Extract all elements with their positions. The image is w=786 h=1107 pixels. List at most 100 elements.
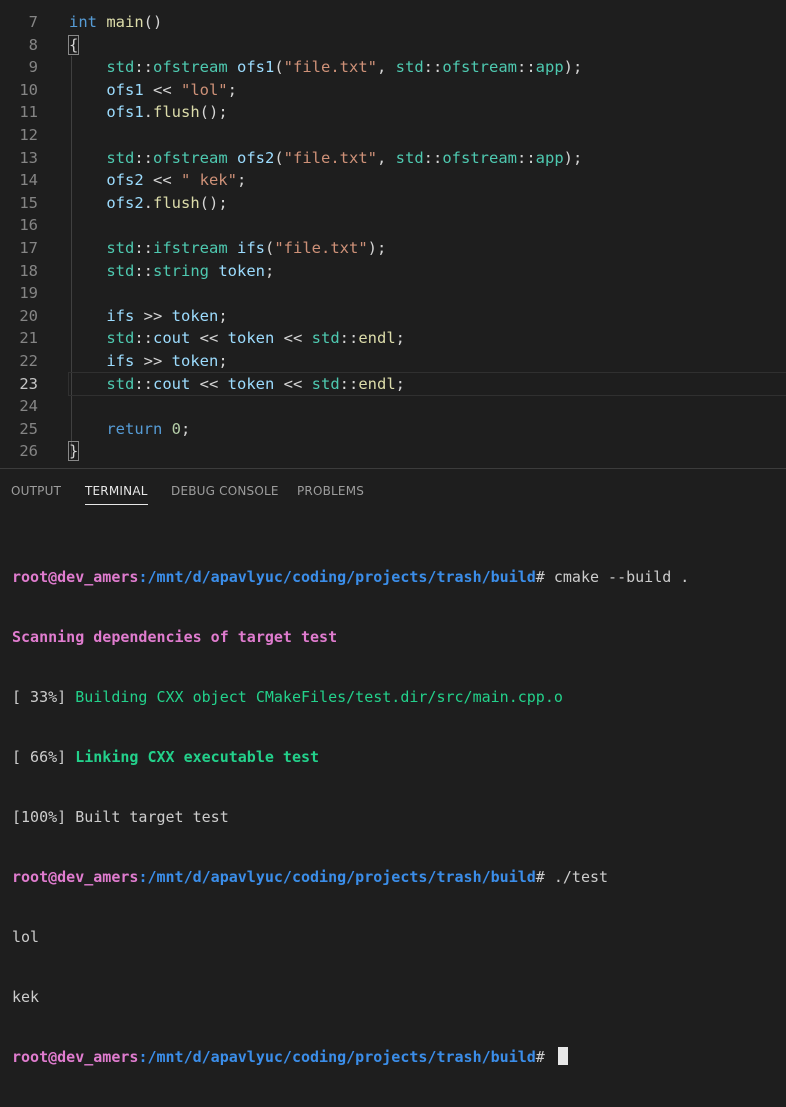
code-line[interactable]: 8{ xyxy=(0,34,786,57)
code-token: ofs2 xyxy=(237,148,275,167)
terminal-line: Scanning dependencies of target test xyxy=(12,628,338,646)
code-text: ofs2.flush(); xyxy=(69,192,227,215)
code-token: flush xyxy=(153,103,200,122)
code-token: :: xyxy=(517,58,536,77)
tab-output[interactable]: OUTPUT xyxy=(11,484,61,498)
tab-debug-console[interactable]: DEBUG CONSOLE xyxy=(171,484,279,498)
progress-pct: [ 33%] xyxy=(12,688,76,706)
code-line[interactable]: 11 ofs1.flush(); xyxy=(0,101,786,124)
prompt-path: :/mnt/d/apavlyuc/coding/projects/trash/b… xyxy=(138,568,536,586)
prompt-path: :/mnt/d/apavlyuc/coding/projects/trash/b… xyxy=(138,868,536,886)
code-text: int main() xyxy=(69,11,162,34)
code-line[interactable]: 22 ifs >> token; xyxy=(0,350,786,373)
terminal-output[interactable]: root@dev_amers:/mnt/d/apavlyuc/coding/pr… xyxy=(12,527,689,1107)
code-line[interactable]: 7 int main() xyxy=(0,11,786,34)
bottom-panel: OUTPUT TERMINAL DEBUG CONSOLE PROBLEMS r… xyxy=(0,468,786,1066)
code-token: app xyxy=(535,148,564,167)
tab-terminal[interactable]: TERMINAL xyxy=(85,484,148,505)
code-token: ifstream xyxy=(153,239,228,257)
code-text: std::cout << token << std::endl; xyxy=(69,327,405,350)
code-token: ( xyxy=(274,58,284,77)
code-line[interactable]: 17 std::ifstream ifs("file.txt"); xyxy=(0,237,786,260)
code-token: :: xyxy=(134,148,153,167)
code-line[interactable]: 19 xyxy=(0,282,786,305)
code-token: ; xyxy=(181,419,191,438)
code-token: std xyxy=(106,374,135,393)
code-text: std::cout << token << std::endl; xyxy=(69,373,405,396)
code-line[interactable]: 24 xyxy=(0,395,786,418)
code-line[interactable]: 20 ifs >> token; xyxy=(0,305,786,328)
code-line[interactable]: 26} xyxy=(0,440,786,463)
code-token: :: xyxy=(134,374,153,393)
code-text: std::string token; xyxy=(69,260,274,283)
code-token: std xyxy=(106,261,135,280)
code-token: std xyxy=(106,329,135,348)
code-token: , xyxy=(377,148,396,167)
build-step: Building CXX object CMakeFiles/test.dir/… xyxy=(75,688,563,706)
code-token: , xyxy=(377,58,396,77)
code-token: :: xyxy=(423,58,443,77)
prompt-user: root@dev_amers xyxy=(12,868,139,886)
code-text: ofs1 << "lol"; xyxy=(69,79,237,102)
code-token: ; xyxy=(227,80,237,99)
code-token: :: xyxy=(339,329,359,348)
code-token: 0 xyxy=(171,419,182,438)
code-token: flush xyxy=(153,193,200,212)
code-token: token xyxy=(171,306,219,325)
prompt-end: # xyxy=(535,1048,554,1066)
prompt-end: # xyxy=(535,568,554,586)
code-token: . xyxy=(143,103,153,122)
code-token: main xyxy=(106,13,144,31)
code-line[interactable]: 10 ofs1 << "lol"; xyxy=(0,79,786,102)
code-token: << xyxy=(143,171,181,190)
command-text: cmake --build . xyxy=(553,568,690,586)
code-line[interactable]: 12 xyxy=(0,124,786,147)
code-line[interactable]: 9 std::ofstream ofs1("file.txt", std::of… xyxy=(0,56,786,79)
code-token: :: xyxy=(134,239,153,257)
prompt-end: # xyxy=(535,868,554,886)
code-line[interactable]: 13 std::ofstream ofs2("file.txt", std::o… xyxy=(0,147,786,170)
code-token: :: xyxy=(517,148,536,167)
line-number: 17 xyxy=(19,239,38,257)
code-text: ofs1.flush(); xyxy=(69,101,227,124)
line-number: 18 xyxy=(19,261,38,280)
terminal-line: root@dev_amers:/mnt/d/apavlyuc/coding/pr… xyxy=(12,567,689,587)
code-line[interactable]: 25 return 0; xyxy=(0,418,786,441)
code-line[interactable]: 21 std::cout << token << std::endl; xyxy=(0,327,786,350)
code-text: std::ifstream ifs("file.txt"); xyxy=(69,237,386,260)
line-number: 12 xyxy=(19,126,38,144)
code-line[interactable]: 16 xyxy=(0,214,786,237)
code-token: "lol" xyxy=(180,80,228,99)
code-line[interactable]: 15 ofs2.flush(); xyxy=(0,192,786,215)
tab-problems[interactable]: PROBLEMS xyxy=(297,484,364,498)
code-line[interactable]: 14 ofs2 << " kek"; xyxy=(0,169,786,192)
code-token: ; xyxy=(395,329,405,348)
code-token: token xyxy=(227,374,275,393)
code-editor[interactable]: 6 7int main()8{9 std::ofstream ofs1("fil… xyxy=(0,0,786,468)
code-token: std xyxy=(106,239,135,257)
code-token: std xyxy=(395,148,424,167)
terminal-line: kek xyxy=(12,988,40,1006)
code-token: ifs xyxy=(237,239,265,257)
code-token: ofstream xyxy=(442,58,517,77)
line-number: 14 xyxy=(19,171,38,190)
code-line[interactable]: 18 std::string token; xyxy=(0,260,786,283)
code-token: endl xyxy=(358,374,396,393)
code-token: :: xyxy=(134,329,153,348)
code-line[interactable]: 23 std::cout << token << std::endl; xyxy=(19,371,786,397)
line-number: 19 xyxy=(19,284,38,303)
code-token: ; xyxy=(236,171,247,190)
panel-tabs: OUTPUT TERMINAL DEBUG CONSOLE PROBLEMS xyxy=(0,469,786,513)
line-number: 16 xyxy=(19,216,38,235)
code-text: ifs >> token; xyxy=(69,305,227,328)
